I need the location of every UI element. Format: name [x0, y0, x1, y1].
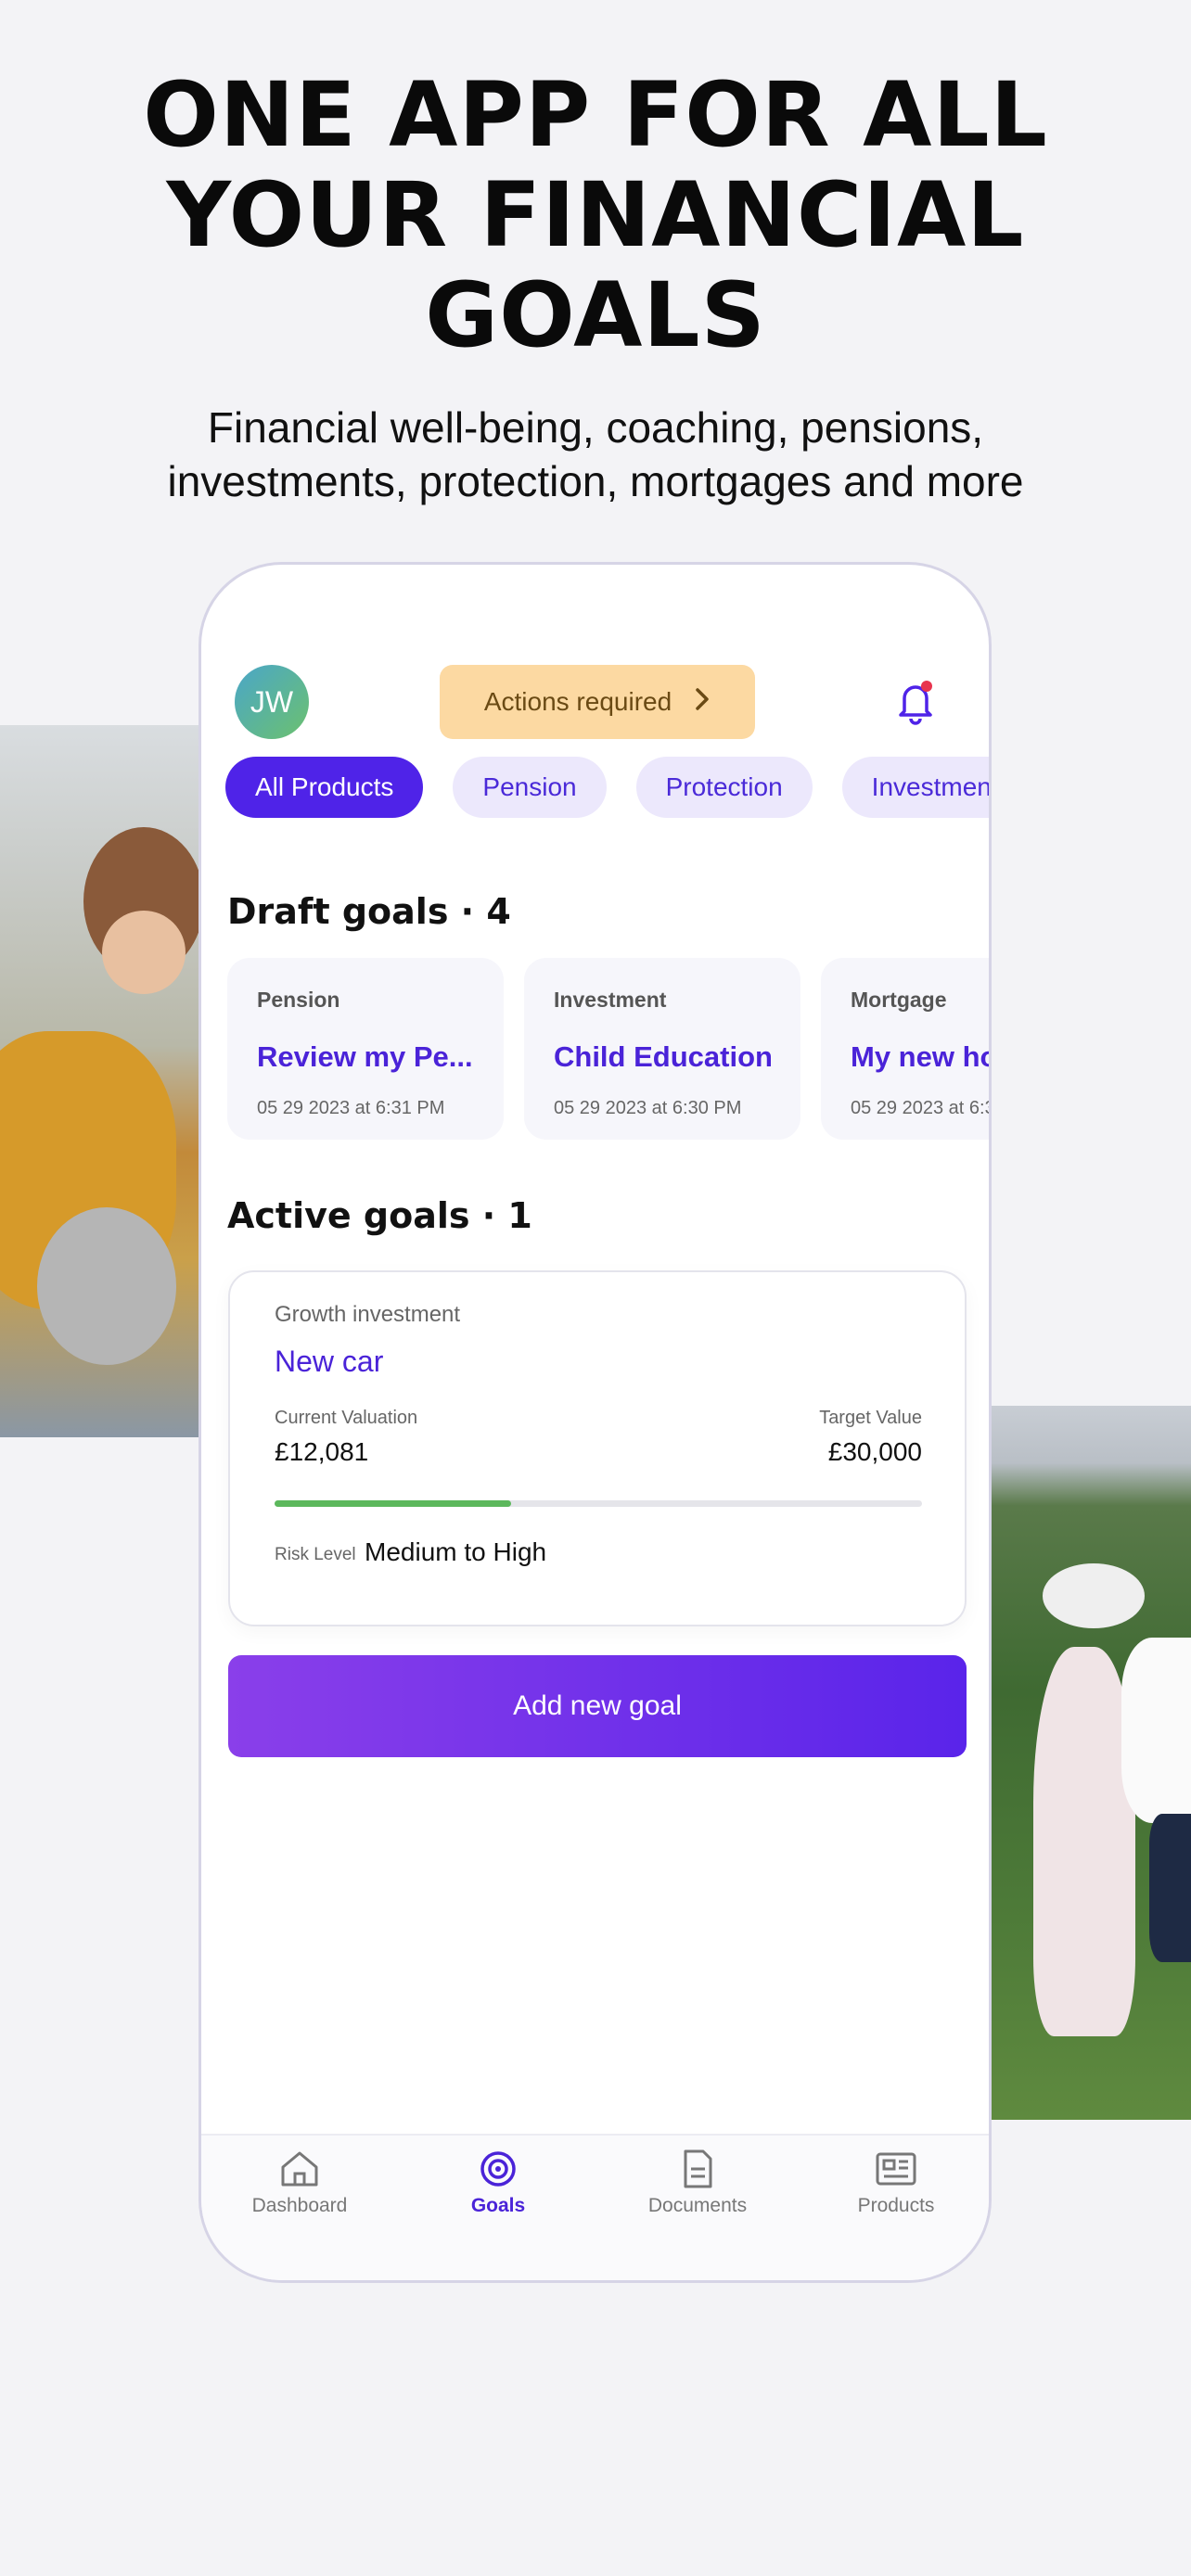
tab-label: Documents: [647, 2195, 748, 2216]
chip-all-products[interactable]: All Products: [225, 757, 424, 818]
tab-dashboard[interactable]: Dashboard: [225, 2149, 374, 2217]
subheadline-line-1: Financial well-being, coaching, pensions…: [207, 403, 984, 452]
draft-goal-date: 05 29 2023 at 6:31 PM: [257, 1098, 445, 1118]
couple-photo: [992, 1406, 1191, 2120]
bottom-tab-bar: Dashboard Goals Documents Products: [201, 2134, 989, 2280]
risk-level-value: Medium to High: [365, 1537, 547, 1566]
draft-goal-name: Review my Pe...: [257, 1040, 473, 1073]
home-icon: [225, 2149, 374, 2189]
draft-goals-title: Draft goals · 4: [227, 891, 511, 932]
add-new-goal-button[interactable]: Add new goal: [228, 1655, 967, 1757]
goal-type: Growth investment: [275, 1302, 461, 1327]
draft-goal-category: Investment: [554, 988, 667, 1012]
subheadline: Financial well-being, coaching, pensions…: [0, 401, 1191, 508]
headline-line-1: ONE APP FOR ALL: [143, 63, 1048, 167]
active-goal-card[interactable]: Growth investment New car Current Valuat…: [228, 1270, 967, 1626]
draft-goal-card[interactable]: Mortgage My new ho 05 29 2023 at 6:3: [821, 958, 992, 1140]
actions-required-label: Actions required: [483, 687, 672, 716]
chip-protection[interactable]: Protection: [635, 757, 813, 818]
chevron-right-icon: [694, 687, 711, 718]
target-value-value: £30,000: [827, 1437, 922, 1466]
tab-label: Goals: [470, 2195, 526, 2216]
goal-name: New car: [275, 1345, 384, 1378]
draft-goal-category: Pension: [257, 988, 340, 1012]
family-photo: [0, 725, 198, 1437]
current-valuation-label: Current Valuation: [275, 1408, 418, 1428]
tab-label: Products: [857, 2195, 935, 2216]
draft-goals-list: Pension Review my Pe... 05 29 2023 at 6:…: [227, 958, 992, 1140]
subheadline-line-2: investments, protection, mortgages and m…: [167, 457, 1024, 505]
avatar[interactable]: JW: [235, 665, 309, 739]
chip-investment[interactable]: Investmen: [841, 757, 989, 818]
draft-goal-category: Mortgage: [851, 988, 947, 1012]
draft-goal-date: 05 29 2023 at 6:3: [851, 1098, 992, 1118]
goal-progress-bar: [275, 1500, 922, 1507]
tab-goals[interactable]: Goals: [424, 2149, 572, 2217]
current-valuation-value: £12,081: [275, 1437, 369, 1466]
risk-level-label: Risk Level: [275, 1545, 356, 1564]
active-goals-title: Active goals · 1: [227, 1195, 532, 1236]
document-icon: [623, 2149, 772, 2189]
product-filter-chips: All Products Pension Protection Investme…: [225, 757, 989, 818]
draft-goal-card[interactable]: Pension Review my Pe... 05 29 2023 at 6:…: [227, 958, 504, 1140]
headline-line-3: GOALS: [425, 263, 766, 367]
actions-required-button[interactable]: Actions required: [440, 665, 755, 739]
draft-goal-name: Child Education: [554, 1040, 771, 1073]
headline-line-2: YOUR FINANCIAL: [166, 163, 1025, 267]
goal-progress-fill: [275, 1500, 512, 1507]
draft-goal-card[interactable]: Investment Child Education 05 29 2023 at…: [524, 958, 800, 1140]
tab-label: Dashboard: [251, 2195, 348, 2216]
headline: ONE APP FOR ALL YOUR FINANCIAL GOALS: [0, 65, 1191, 365]
tab-products[interactable]: Products: [822, 2149, 970, 2217]
chip-pension[interactable]: Pension: [453, 757, 607, 818]
phone-screen: JW Actions required All Products Pension…: [198, 562, 992, 2283]
bell-icon[interactable]: [891, 676, 940, 728]
draft-goal-name: My new ho: [851, 1040, 992, 1073]
target-value-label: Target Value: [819, 1408, 922, 1428]
draft-goal-date: 05 29 2023 at 6:30 PM: [554, 1098, 742, 1118]
newspaper-icon: [822, 2149, 970, 2189]
tab-documents[interactable]: Documents: [623, 2149, 772, 2217]
target-icon: [424, 2149, 572, 2189]
